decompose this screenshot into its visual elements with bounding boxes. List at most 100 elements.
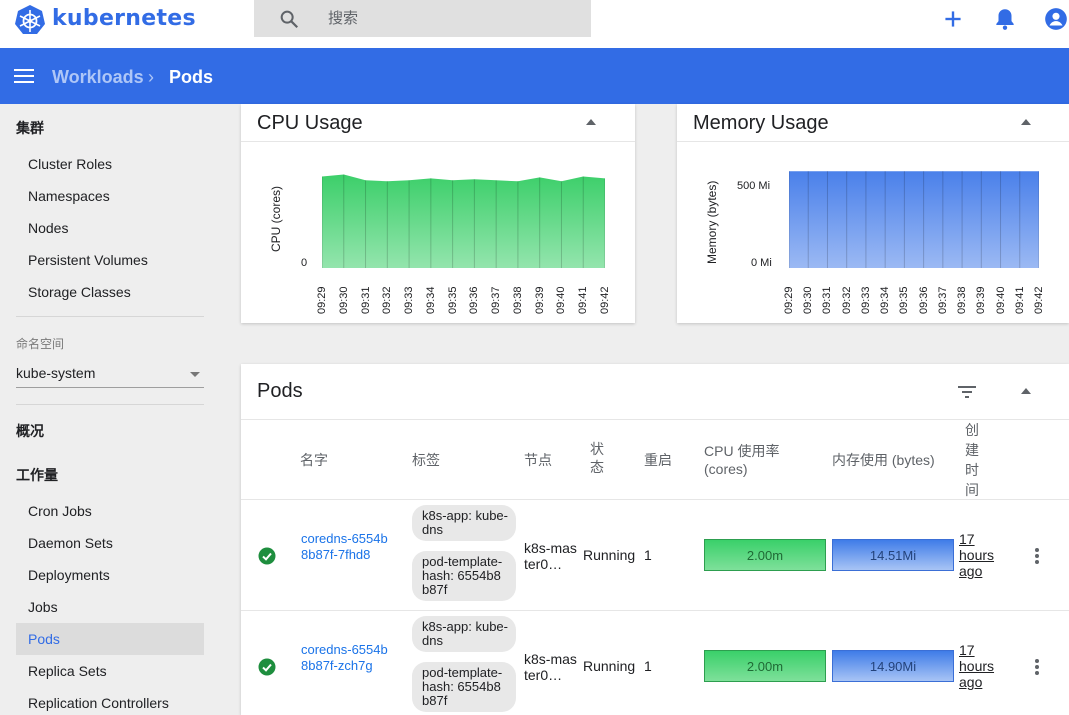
cpu-x-tick: 09:37 [490,286,503,314]
cpu-x-tick: 09:35 [446,286,459,314]
sidebar-item-replication-controllers[interactable]: Replication Controllers [16,687,204,715]
label-chip: k8s-app: kube-dns [412,505,516,541]
memory-usage-sparkline: 14.51Mi [832,539,954,571]
memory-x-tick: 09:40 [994,286,1007,314]
label-chip: k8s-app: kube-dns [412,616,516,652]
memory-x-tick: 09:35 [898,286,911,314]
pod-node-link[interactable]: k8s-master0… [524,540,578,572]
sidebar-item-daemon-sets[interactable]: Daemon Sets [16,527,204,559]
pod-age: 17 hours ago [959,531,995,579]
running-status-icon [258,658,276,676]
sidebar-item-nodes[interactable]: Nodes [16,212,204,244]
cpu-x-tick: 09:39 [533,286,546,314]
sidebar-divider [16,404,204,405]
cpu-x-tick: 09:40 [555,286,568,314]
sidebar-item-storage-classes[interactable]: Storage Classes [16,276,204,308]
cpu-x-tick: 09:42 [599,286,611,314]
cpu-x-tick: 09:38 [511,286,524,314]
memory-x-tick: 09:38 [956,286,969,314]
search-bar[interactable] [254,0,591,37]
account-icon[interactable] [1043,6,1069,32]
cpu-x-tick: 09:36 [468,286,481,314]
running-status-icon [258,547,276,565]
memory-area-series [789,171,1039,268]
pod-restarts: 1 [644,547,652,563]
memory-x-tick: 09:36 [917,286,930,314]
search-icon [280,10,299,29]
cpu-x-tick: 09:34 [424,286,437,314]
row-divider [241,610,1069,611]
memory-x-tick: 09:33 [859,286,872,314]
breadcrumb-workloads[interactable]: Workloads [52,67,144,88]
cpu-usage-sparkline: 2.00m [704,539,826,571]
column-header-cpu[interactable]: CPU 使用率 (cores) [704,442,804,478]
column-header-labels: 标签 [412,452,440,468]
sidebar-item-jobs[interactable]: Jobs [16,591,204,623]
cpu-x-tick: 09:32 [381,286,394,314]
menu-icon[interactable] [14,68,34,84]
sidebar-heading-overview[interactable]: 概况 [16,421,44,441]
memory-x-tick: 09:42 [1033,286,1045,314]
cpu-y-axis-label: CPU (cores) [269,185,283,252]
namespace-value: kube-system [16,365,96,381]
memory-x-tick: 09:31 [821,286,834,314]
card-divider [677,141,1069,142]
brand-name[interactable]: kubernetes [52,6,196,31]
pod-restarts: 1 [644,658,652,674]
memory-y-axis-label: Memory (bytes) [705,180,719,264]
namespace-label: 命名空间 [16,337,65,351]
header-divider [241,499,1069,500]
cpu-x-tick: 09:41 [577,286,590,314]
sidebar-item-cron-jobs[interactable]: Cron Jobs [16,495,204,527]
sidebar-heading-cluster[interactable]: 集群 [16,118,44,138]
collapse-arrow-icon[interactable] [586,119,596,125]
sidebar: 集群 Cluster Roles Namespaces Nodes Persis… [0,104,220,715]
sidebar-item-replica-sets[interactable]: Replica Sets [16,655,204,687]
sidebar-item-pods[interactable]: Pods [16,623,204,655]
card-divider [241,141,635,142]
pod-age: 17 hours ago [959,642,995,690]
more-vert-icon[interactable] [1034,658,1040,676]
kubernetes-logo-icon[interactable] [14,4,46,36]
memory-area-chart [789,171,1039,268]
cpu-usage-sparkline: 2.00m [704,650,826,682]
pod-node-link[interactable]: k8s-master0… [524,651,578,683]
search-input[interactable] [328,6,578,30]
column-header-node[interactable]: 节点 [524,451,552,469]
sidebar-item-persistent-volumes[interactable]: Persistent Volumes [16,244,204,276]
more-vert-icon[interactable] [1034,547,1040,565]
column-header-memory[interactable]: 内存使用 (bytes) [832,451,935,469]
pod-name-link[interactable]: coredns-6554b8b87f-7fhd8 [301,531,391,563]
cpu-x-tick: 09:30 [337,286,350,314]
header-divider [241,419,1069,420]
memory-x-tick: 09:29 [783,286,795,314]
column-header-status[interactable]: 状态 [590,440,606,476]
cpu-area-chart [322,174,605,268]
collapse-arrow-icon[interactable] [1021,119,1031,125]
column-header-created[interactable]: 创建时间 [965,420,981,500]
sidebar-item-cluster-roles[interactable]: Cluster Roles [16,148,204,180]
sidebar-item-namespaces[interactable]: Namespaces [16,180,204,212]
label-chip: pod-template-hash: 6554b8b87f [412,662,516,712]
breadcrumb-separator: › [148,67,154,87]
memory-x-tick: 09:37 [936,286,949,314]
memory-usage-card: Memory Usage Memory (bytes) 500 Mi 0 Mi … [677,104,1069,323]
memory-x-tick: 09:30 [802,286,815,314]
memory-y-tick-500: 500 Mi [737,180,771,192]
memory-usage-sparkline: 14.90Mi [832,650,954,682]
namespace-select[interactable]: kube-system [16,362,204,388]
column-header-name[interactable]: 名字 [300,451,328,469]
cpu-card-title: CPU Usage [257,112,363,134]
add-icon[interactable] [940,6,966,32]
notifications-bell-icon[interactable] [992,6,1018,32]
memory-card-title: Memory Usage [693,112,829,134]
pods-card: Pods 名字 标签 节点 状态 重启 CPU 使用率 (cores) 内存使用… [241,364,1069,715]
cpu-x-tick: 09:29 [316,286,328,314]
sidebar-item-deployments[interactable]: Deployments [16,559,204,591]
sidebar-heading-workloads[interactable]: 工作量 [16,465,58,485]
column-header-restarts[interactable]: 重启 [644,451,672,469]
breadcrumb-current: Pods [169,67,214,87]
pod-name-link[interactable]: coredns-6554b8b87f-zch7g [301,642,391,674]
collapse-arrow-icon[interactable] [1021,388,1031,394]
filter-icon[interactable] [957,384,977,400]
